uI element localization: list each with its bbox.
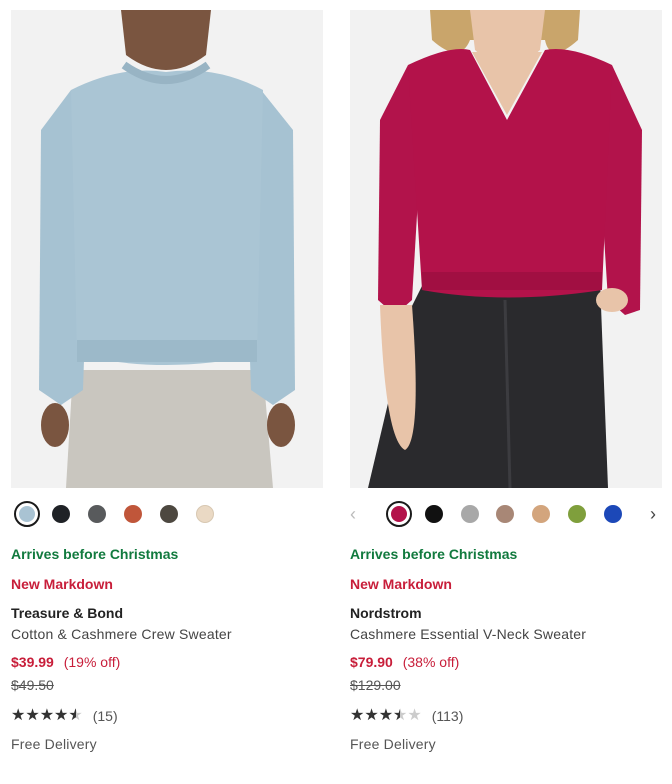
sale-price: $39.99 [11, 654, 54, 670]
product-card[interactable]: ‹ › Arrives before Christmas New Markdow… [350, 0, 662, 752]
color-swatch-selected[interactable] [386, 501, 412, 527]
original-price: $129.00 [350, 677, 401, 693]
color-swatch[interactable] [532, 505, 550, 523]
review-count: (15) [92, 708, 118, 724]
color-swatch[interactable] [568, 505, 586, 523]
shipping-info: Free Delivery [11, 736, 97, 752]
discount-percent: (38% off) [402, 654, 460, 670]
color-swatch[interactable] [496, 505, 514, 523]
color-swatch[interactable] [425, 505, 443, 523]
review-count: (113) [431, 708, 464, 724]
brand-name[interactable]: Nordstrom [350, 605, 662, 621]
color-swatch[interactable] [124, 505, 142, 523]
chevron-left-icon[interactable]: ‹ [350, 504, 356, 524]
color-swatch[interactable] [604, 505, 622, 523]
markdown-badge: New Markdown [350, 576, 452, 592]
sale-price: $79.90 [350, 654, 393, 670]
rating[interactable]: ★★★★★ ★★★★★ (113) [350, 707, 662, 725]
product-name[interactable]: Cashmere Essential V-Neck Sweater [350, 626, 662, 642]
color-swatches: ‹ › [350, 501, 662, 532]
product-image[interactable] [350, 10, 662, 488]
color-swatch-selected[interactable] [14, 501, 40, 527]
product-name[interactable]: Cotton & Cashmere Crew Sweater [11, 626, 323, 642]
product-image[interactable] [11, 10, 323, 488]
delivery-promo: Arrives before Christmas [350, 546, 518, 562]
markdown-badge: New Markdown [11, 576, 113, 592]
chevron-right-icon[interactable]: › [650, 504, 656, 524]
star-icon: ★★★★★ ★★★★★ [11, 707, 83, 724]
color-swatch[interactable] [160, 505, 178, 523]
color-swatch[interactable] [88, 505, 106, 523]
color-swatches [11, 501, 323, 532]
discount-percent: (19% off) [63, 654, 121, 670]
delivery-promo: Arrives before Christmas [11, 546, 179, 562]
rating[interactable]: ★★★★★ ★★★★★ (15) [11, 707, 323, 725]
color-swatch[interactable] [52, 505, 70, 523]
color-swatch[interactable] [461, 505, 479, 523]
shipping-info: Free Delivery [350, 736, 436, 752]
product-card[interactable]: Arrives before Christmas New Markdown Tr… [11, 0, 323, 752]
price-row: $79.90 (38% off) [350, 654, 662, 670]
star-icon: ★★★★★ ★★★★★ [350, 707, 422, 724]
brand-name[interactable]: Treasure & Bond [11, 605, 323, 621]
original-price: $49.50 [11, 677, 54, 693]
price-row: $39.99 (19% off) [11, 654, 323, 670]
color-swatch[interactable] [196, 505, 214, 523]
